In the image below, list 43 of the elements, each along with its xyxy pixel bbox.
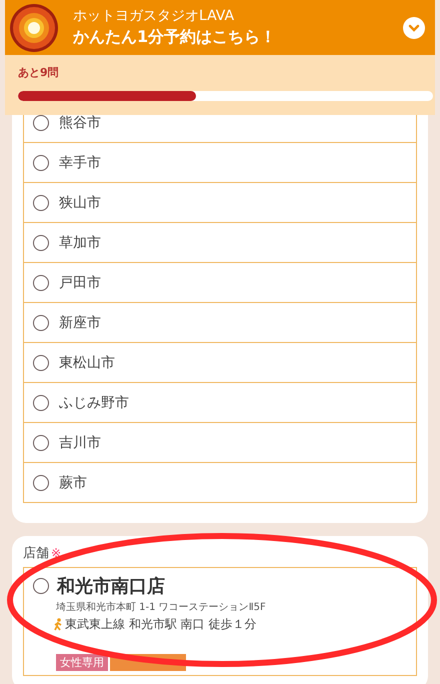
city-name: 戸田市 [59, 274, 101, 292]
city-name: ふじみ野市 [59, 394, 129, 412]
city-name: 熊谷市 [59, 115, 101, 132]
radio-button[interactable] [33, 115, 49, 130]
radio-button[interactable] [33, 394, 49, 410]
sun-logo-icon [9, 2, 59, 52]
required-note: ※ [51, 546, 62, 560]
radio-button[interactable] [33, 354, 49, 370]
radio-button[interactable] [33, 314, 49, 330]
city-option[interactable]: 幸手市 [24, 143, 416, 183]
store-address: 埼玉県和光市本町 1-1 ワコーステーションⅡ5F [55, 600, 267, 614]
city-option[interactable]: ふじみ野市 [24, 383, 416, 423]
city-name: 東松山市 [59, 354, 115, 372]
section-label: 店舗 [23, 545, 49, 562]
header-title: かんたん1分予約はこちら！ [73, 27, 278, 48]
store-tag: 女性専用 [56, 654, 108, 671]
brand-name: ホットヨガスタジオLAVA [73, 7, 236, 25]
city-option[interactable]: 新座市 [24, 303, 416, 343]
city-name: 新座市 [59, 314, 101, 332]
radio-button[interactable] [33, 154, 49, 170]
radio-button[interactable] [33, 434, 49, 450]
radio-button[interactable] [33, 234, 49, 250]
store-access: 東武東上線 和光市駅 南口 徒歩１分 [65, 616, 256, 633]
city-option[interactable]: 戸田市 [24, 263, 416, 303]
remaining-questions: あと9問 [18, 65, 60, 81]
store-option[interactable]: 和光市南口店 埼玉県和光市本町 1-1 ワコーステーションⅡ5F 東武東上線 和光市駅 南口 徒歩１分 女性専用 [23, 567, 417, 676]
city-name: 幸手市 [59, 154, 101, 172]
radio-button[interactable] [33, 474, 49, 490]
city-option[interactable]: 蕨市 [24, 463, 416, 502]
radio-button[interactable] [33, 578, 49, 594]
city-option[interactable]: 吉川市 [24, 423, 416, 463]
city-name: 蕨市 [59, 474, 87, 492]
city-name: 狭山市 [59, 194, 101, 212]
city-option[interactable]: 狭山市 [24, 183, 416, 223]
walking-person-icon [53, 618, 63, 631]
city-option[interactable]: 熊谷市 [24, 115, 416, 143]
city-name: 吉川市 [59, 434, 101, 452]
city-name: 草加市 [59, 234, 101, 252]
city-option[interactable]: 草加市 [24, 223, 416, 263]
radio-button[interactable] [33, 274, 49, 290]
radio-button[interactable] [33, 194, 49, 210]
city-option[interactable]: 東松山市 [24, 343, 416, 383]
store-name: 和光市南口店 [57, 575, 165, 598]
